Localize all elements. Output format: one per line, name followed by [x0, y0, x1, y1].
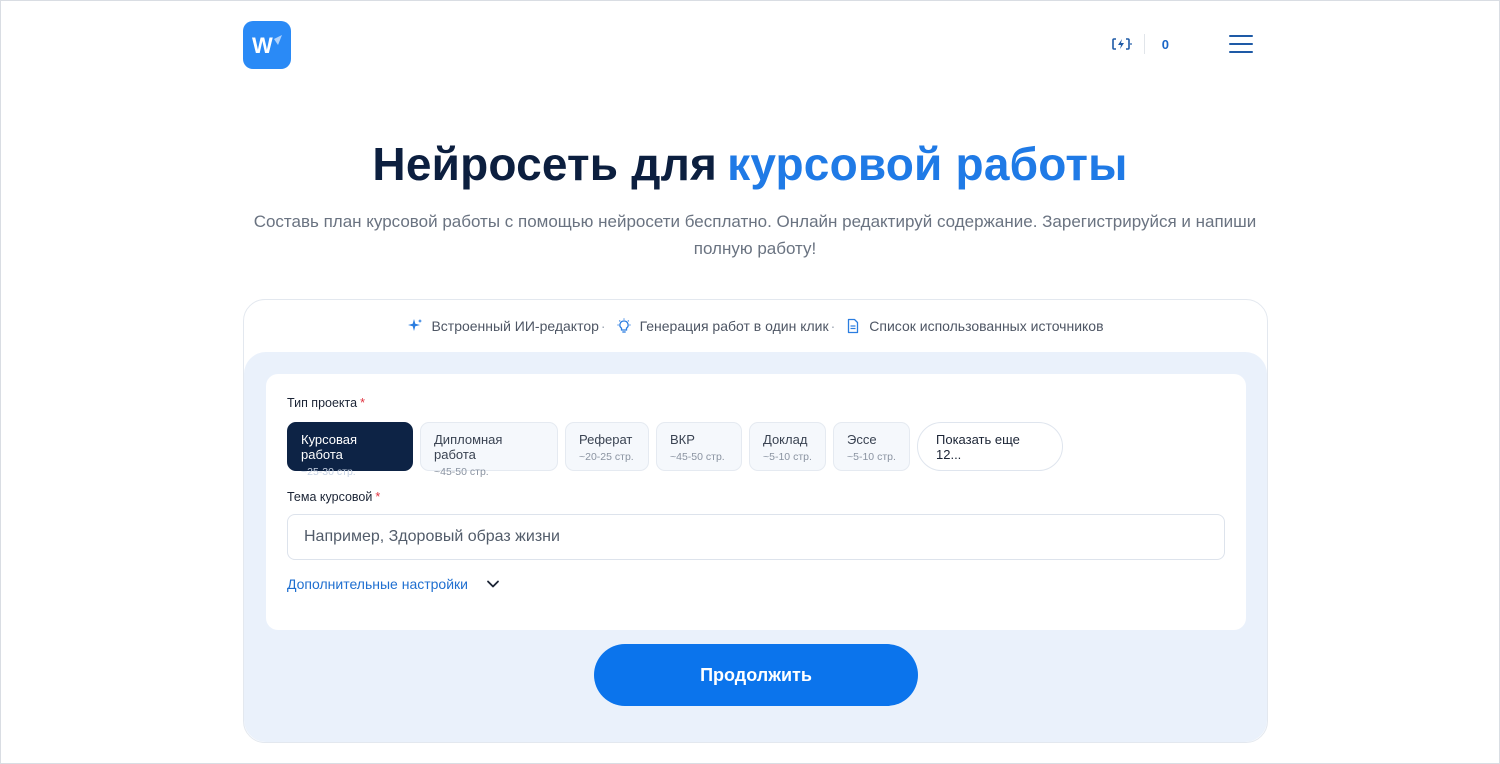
feature-ai-editor: Встроенный ИИ-редактор · [407, 318, 615, 334]
topic-label: Тема курсовой * [287, 490, 381, 504]
feature-separator: · [600, 318, 606, 334]
chip-esse[interactable]: Эссе ~5-10 стр. [833, 422, 910, 471]
chip-title: Курсовая работа [301, 432, 358, 462]
chip-pages: ~45-50 стр. [670, 451, 725, 463]
chip-title: ВКР [670, 432, 695, 447]
show-more-label: Показать еще 12... [936, 431, 1020, 462]
feature-label: Генерация работ в один клик [639, 318, 829, 334]
sparkle-icon [408, 319, 423, 331]
chip-pages: ~20-25 стр. [579, 451, 634, 463]
feature-label: Список использованных источников [869, 318, 1104, 334]
chip-doklad[interactable]: Доклад ~5-10 стр. [749, 422, 826, 471]
chip-referat[interactable]: Реферат ~20-25 стр. [565, 422, 649, 471]
chip-title: Реферат [579, 432, 633, 447]
page-title-main: Нейросеть для [372, 138, 718, 190]
feature-label: Встроенный ИИ-редактор [431, 318, 599, 334]
chip-pages: ~5-10 стр. [763, 451, 812, 463]
advanced-settings-label: Дополнительные настройки [287, 576, 468, 592]
page-subtitle: Составь план курсовой работы с помощью н… [253, 212, 1257, 258]
chevron-down-icon [487, 580, 499, 588]
svg-text:W: W [252, 33, 273, 57]
chip-vkr[interactable]: ВКР ~45-50 стр. [656, 422, 742, 471]
header-divider [1143, 34, 1145, 54]
chip-pages: ~5-10 стр. [847, 451, 896, 463]
advanced-settings-toggle[interactable]: Дополнительные настройки [287, 576, 500, 592]
chip-title: Доклад [763, 432, 808, 447]
required-mark: * [375, 490, 381, 504]
chip-title: Дипломная работа [434, 432, 503, 462]
chip-kursovaya[interactable]: Курсовая работа ~25-30 стр. [287, 422, 413, 478]
page-title: Нейросеть для курсовой работы [1, 137, 1499, 191]
feature-sources: Список использованных источников [845, 318, 1104, 334]
feature-separator: · [830, 318, 836, 334]
chip-pages: ~25-30 стр. [301, 466, 356, 478]
form-area: Тип проекта * Курсовая работа ~25-30 стр.… [244, 352, 1267, 742]
lightbulb-icon [617, 318, 631, 333]
chip-pages: ~45-50 стр. [434, 466, 489, 478]
project-type-label: Тип проекта * [287, 396, 365, 410]
header-actions: 0 [1111, 31, 1253, 57]
feature-one-click: Генерация работ в один клик · [616, 318, 846, 334]
features-bar: Встроенный ИИ-редактор · Генерация работ… [244, 318, 1267, 334]
show-more-button[interactable]: Показать еще 12... [917, 422, 1063, 471]
topic-input[interactable] [287, 514, 1225, 560]
generator-card: Встроенный ИИ-редактор · Генерация работ… [243, 299, 1268, 743]
project-type-chips: Курсовая работа ~25-30 стр. Дипломная ра… [287, 422, 1063, 478]
balance-count: 0 [1161, 36, 1169, 52]
chip-title: Эссе [847, 432, 877, 447]
hamburger-menu-icon[interactable] [1229, 35, 1253, 53]
required-mark: * [360, 396, 365, 410]
document-icon [848, 318, 859, 334]
battery-bolt-icon[interactable] [1111, 36, 1132, 52]
page-title-accent: курсовой работы [727, 138, 1128, 190]
logo-w-icon: W [252, 33, 282, 57]
form-panel: Тип проекта * Курсовая работа ~25-30 стр.… [266, 374, 1246, 630]
continue-button[interactable]: Продолжить [594, 644, 918, 706]
logo[interactable]: W [243, 21, 291, 69]
chip-diplomnaya[interactable]: Дипломная работа ~45-50 стр. [420, 422, 558, 478]
